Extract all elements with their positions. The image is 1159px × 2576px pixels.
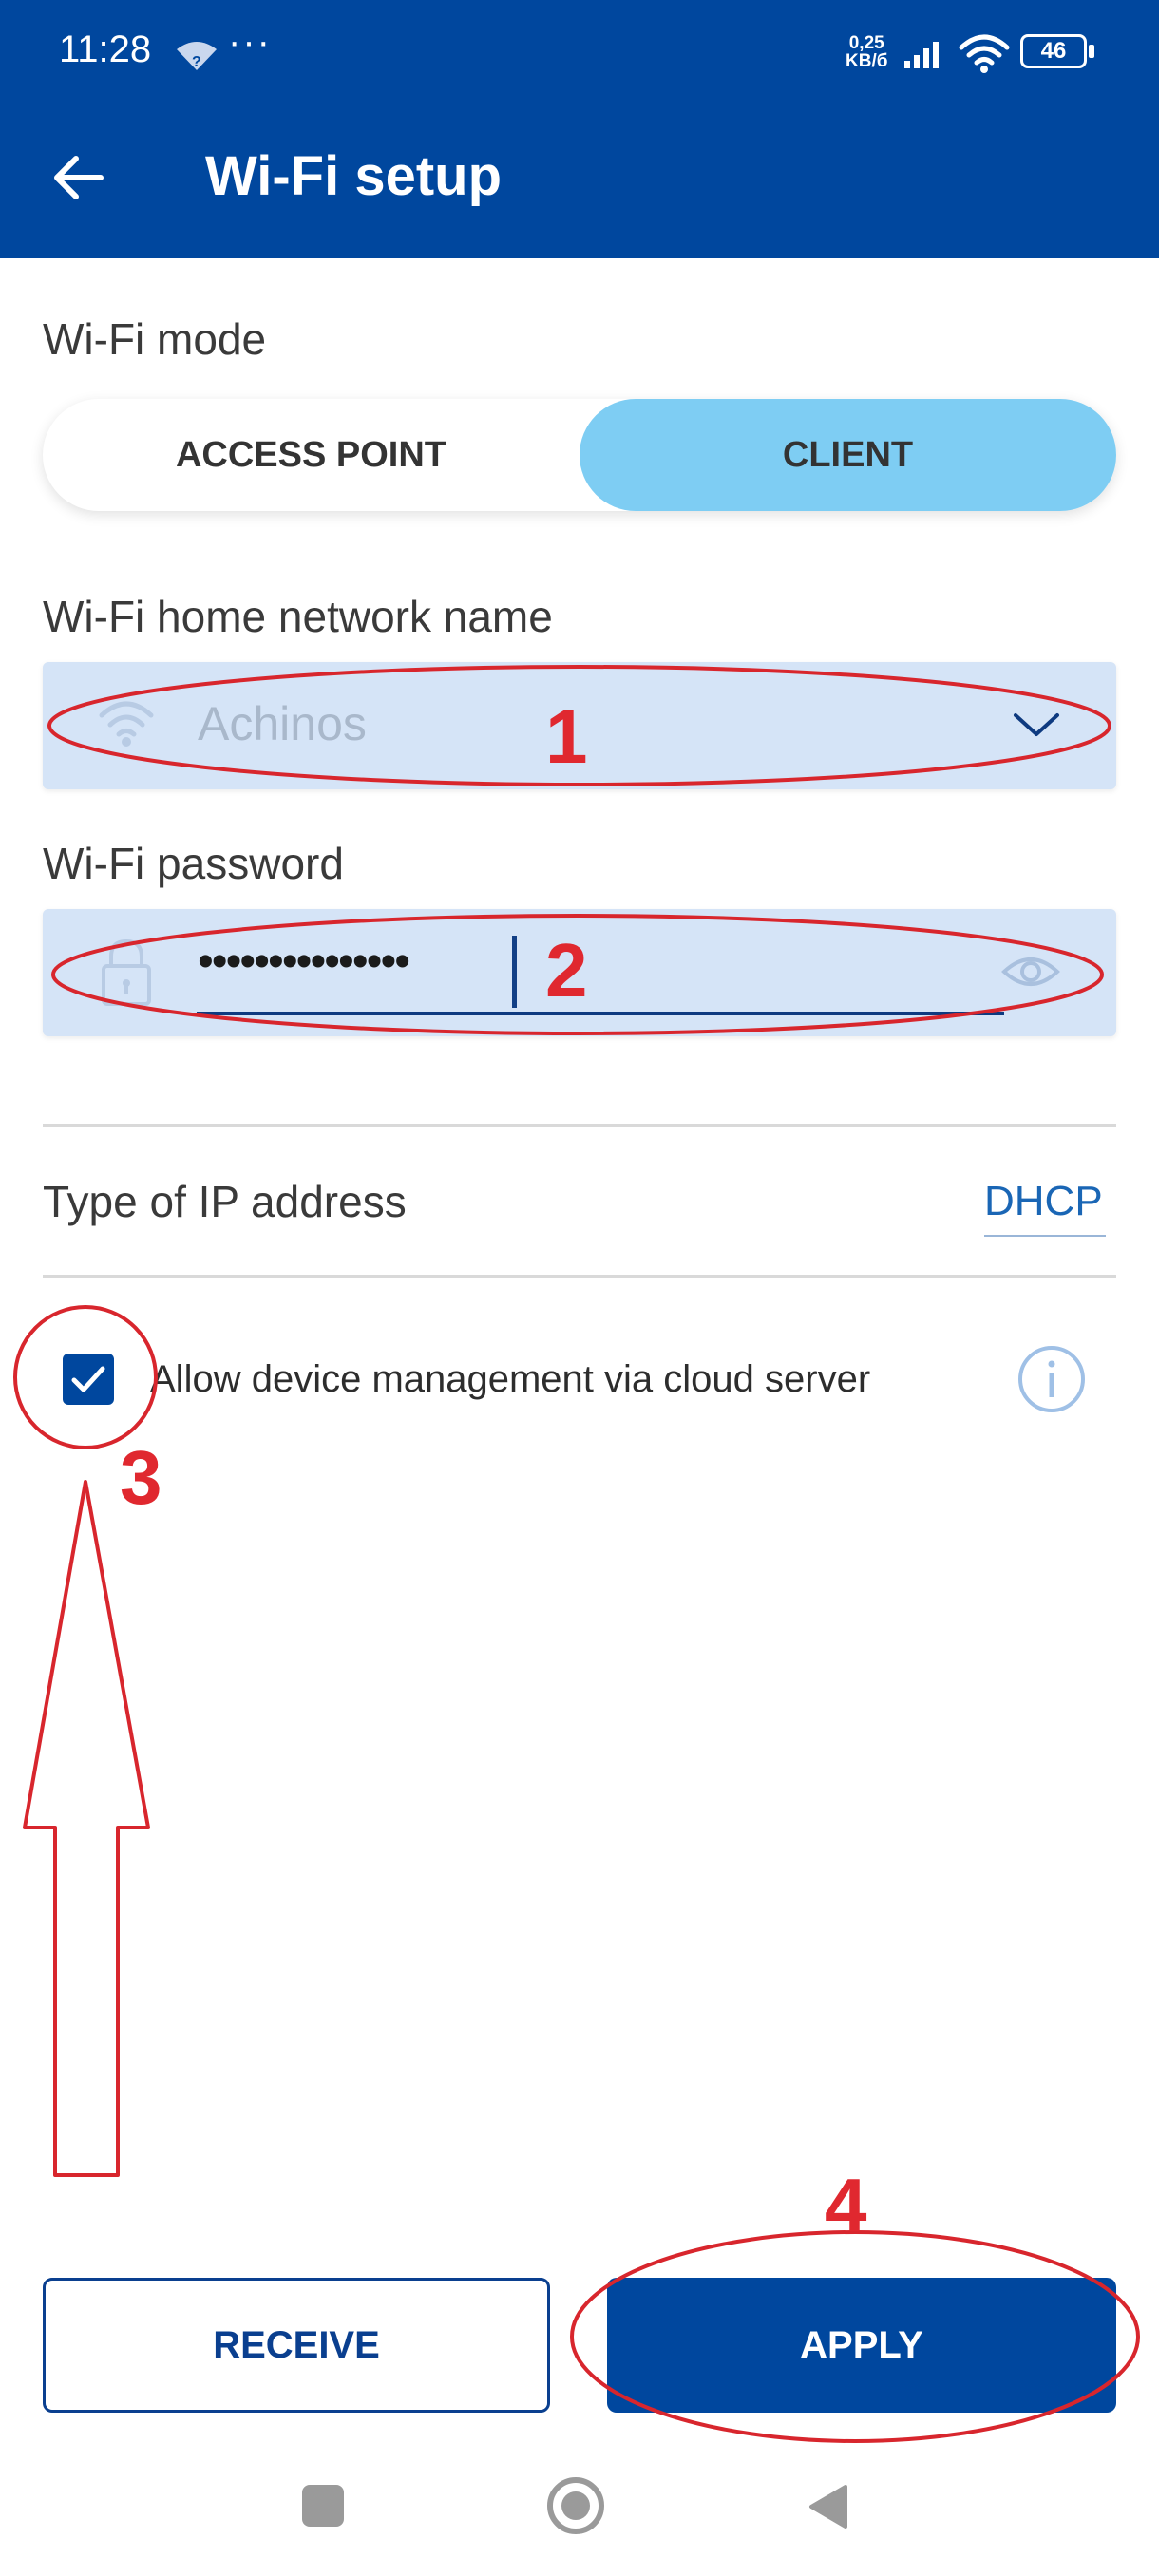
wifi-mode-label: Wi-Fi mode	[43, 314, 267, 364]
divider	[43, 1275, 1116, 1278]
status-more-indicator: ···	[228, 21, 272, 63]
mode-client-option[interactable]: CLIENT	[580, 399, 1116, 511]
page-title: Wi-Fi setup	[205, 145, 503, 207]
ip-type-selector[interactable]: DHCP	[984, 1178, 1103, 1225]
chevron-down-icon[interactable]	[1012, 710, 1061, 740]
svg-text:?: ?	[192, 54, 201, 70]
battery-tip	[1089, 45, 1094, 58]
ip-type-label: Type of IP address	[43, 1177, 407, 1226]
back-nav-button[interactable]	[808, 2483, 849, 2530]
signal-icon	[904, 42, 939, 68]
network-speed: 0,25 KB/б	[846, 33, 888, 71]
checkmark-icon	[71, 1366, 105, 1392]
arrow-back-icon[interactable]	[49, 152, 106, 203]
annotation-arrow-up	[23, 1480, 150, 2177]
annotation-overlay	[13, 665, 1140, 2443]
wifi-question-icon: ?	[177, 42, 217, 70]
wifi-icon	[959, 34, 1010, 73]
status-time: 11:28	[59, 28, 152, 70]
lock-icon	[102, 938, 151, 1006]
password-underline	[197, 1012, 1004, 1015]
mode-access-point-option[interactable]: ACCESS POINT	[43, 399, 580, 511]
eye-icon[interactable]	[1000, 951, 1061, 993]
battery-level: 46	[1040, 38, 1067, 64]
divider	[43, 1124, 1116, 1127]
password-value: •••••••••••••••	[198, 937, 410, 987]
annotation-number-3: 3	[120, 1435, 162, 1520]
ip-type-underline	[984, 1235, 1106, 1237]
password-label: Wi-Fi password	[43, 839, 344, 888]
annotation-number-4: 4	[825, 2163, 867, 2247]
network-name-label: Wi-Fi home network name	[43, 592, 553, 641]
apply-button[interactable]: APPLY	[607, 2278, 1116, 2413]
recent-apps-button[interactable]	[302, 2485, 344, 2527]
network-name-value: Achinos	[198, 697, 367, 750]
annotation-number-2: 2	[545, 928, 588, 1013]
home-button[interactable]	[545, 2475, 606, 2536]
text-cursor	[512, 936, 517, 1008]
info-icon[interactable]	[1016, 1344, 1087, 1414]
annotation-number-1: 1	[545, 694, 588, 779]
wifi-icon	[99, 701, 154, 747]
cloud-management-label[interactable]: Allow device management via cloud server	[150, 1358, 870, 1401]
battery-icon: 46	[1020, 34, 1087, 68]
cloud-management-checkbox[interactable]	[63, 1354, 114, 1405]
receive-button[interactable]: RECEIVE	[43, 2278, 550, 2413]
wifi-mode-toggle: ACCESS POINT CLIENT	[43, 399, 1116, 511]
